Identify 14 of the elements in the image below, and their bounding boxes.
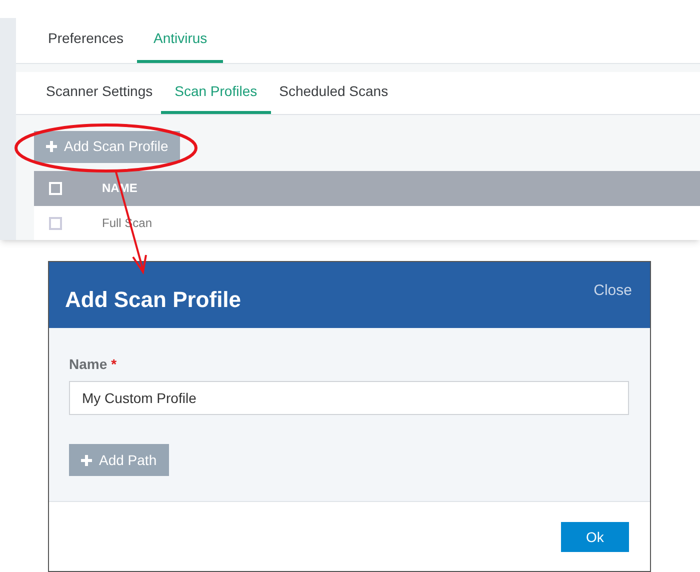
checkbox[interactable] bbox=[49, 216, 62, 230]
add-scan-profile-button[interactable]: Add Scan Profile bbox=[34, 130, 180, 163]
close-button[interactable]: Close bbox=[594, 280, 632, 302]
tab[interactable]: Preferences bbox=[32, 18, 140, 63]
sub-tab[interactable]: Scan Profiles bbox=[160, 72, 272, 114]
ok-button[interactable]: Ok bbox=[561, 522, 629, 552]
plus-icon bbox=[81, 454, 92, 466]
field-label: Name bbox=[69, 355, 108, 374]
add-path-button[interactable]: Add Path bbox=[69, 444, 169, 476]
name-input-field[interactable]: My Custom Profile bbox=[69, 381, 629, 415]
dialog-title: Add Scan Profile bbox=[65, 286, 242, 314]
plus-icon bbox=[46, 141, 57, 152]
required-mark: * bbox=[111, 355, 117, 374]
tab[interactable]: Antivirus bbox=[137, 18, 224, 63]
